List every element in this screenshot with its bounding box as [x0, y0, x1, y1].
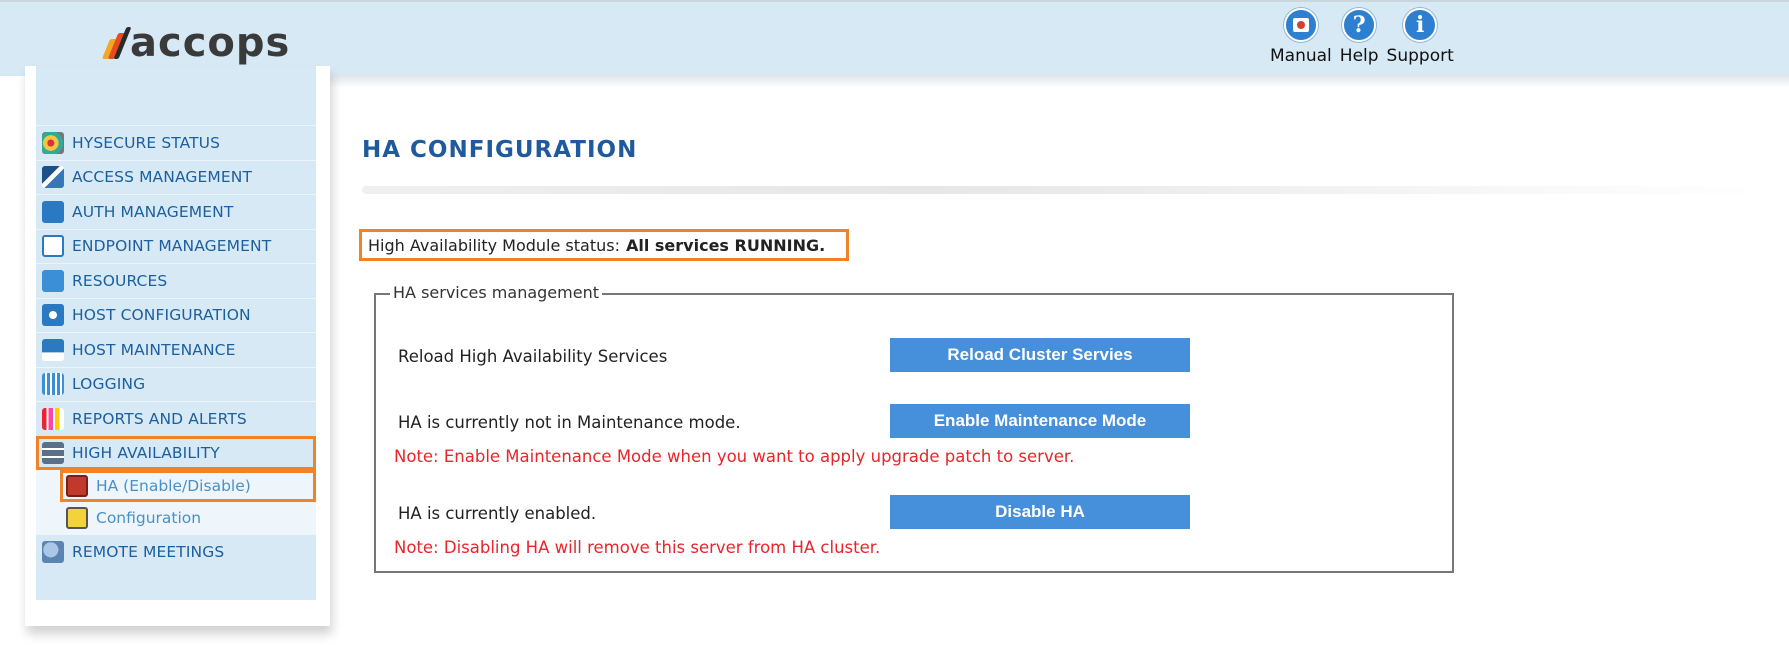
sidebar-item-label: RESOURCES: [72, 271, 168, 290]
manual-icon[interactable]: [1283, 8, 1318, 42]
ha-enable-icon: [66, 475, 88, 497]
manual-label[interactable]: Manual: [1270, 46, 1332, 66]
support-label[interactable]: Support: [1387, 46, 1454, 66]
access-icon: [42, 166, 64, 189]
cluster-icon: [42, 442, 64, 465]
sidebar-item-auth-management[interactable]: AUTH MANAGEMENT: [36, 194, 316, 229]
maintenance-note: Note: Enable Maintenance Mode when you w…: [394, 447, 1075, 466]
page-title: HA CONFIGURATION: [362, 137, 638, 163]
manual-link[interactable]: Manual: [1270, 8, 1332, 66]
title-divider: [362, 186, 1762, 194]
accops-logo[interactable]: accops: [101, 20, 291, 66]
sidebar-subitem-configuration[interactable]: Configuration: [36, 502, 316, 534]
meeting-icon: [42, 540, 64, 563]
sidebar-item-reports-and-alerts[interactable]: REPORTS AND ALERTS: [36, 401, 316, 436]
sidebar-item-label: AUTH MANAGEMENT: [72, 202, 234, 221]
sidebar-subitem-ha-enable-disable[interactable]: HA (Enable/Disable): [36, 470, 316, 502]
sidebar-item-remote-meetings[interactable]: REMOTE MEETINGS: [36, 534, 316, 569]
sidebar-item-resources[interactable]: RESOURCES: [36, 263, 316, 298]
sidebar-item-label: HOST MAINTENANCE: [72, 340, 236, 359]
sidebar-item-high-availability[interactable]: HIGH AVAILABILITY: [36, 435, 316, 470]
reload-cluster-button[interactable]: Reload Cluster Servies: [890, 338, 1190, 372]
scales-icon: [42, 235, 64, 258]
sidebar-item-label: HOST CONFIGURATION: [72, 306, 251, 325]
sidebar-item-hysecure-status[interactable]: HYSECURE STATUS: [36, 125, 316, 160]
ha-module-status: High Availability Module status: All ser…: [359, 229, 849, 261]
resources-icon: [42, 269, 64, 292]
logo-mark-icon: [101, 25, 132, 61]
sidebar-item-host-maintenance[interactable]: HOST MAINTENANCE: [36, 332, 316, 367]
bar-chart-icon: [42, 407, 64, 430]
disable-ha-button[interactable]: Disable HA: [890, 495, 1190, 529]
ha-enabled-label: HA is currently enabled.: [398, 504, 597, 523]
reload-services-label: Reload High Availability Services: [398, 347, 668, 366]
sidebar-item-host-configuration[interactable]: HOST CONFIGURATION: [36, 297, 316, 333]
sidebar-item-label: ENDPOINT MANAGEMENT: [72, 237, 272, 256]
ha-services-fieldset: HA services management Reload High Avail…: [374, 283, 1454, 573]
top-links: Manual ? Help i Support: [1270, 8, 1454, 66]
calendar-icon: [42, 373, 64, 396]
sidebar-item-label: HIGH AVAILABILITY: [72, 444, 220, 463]
sidebar-subitem-label: Configuration: [96, 509, 202, 527]
sidebar-item-logging[interactable]: LOGGING: [36, 366, 316, 402]
help-icon[interactable]: ?: [1342, 8, 1377, 42]
header-shadow: [330, 74, 1789, 88]
logo-text: accops: [130, 20, 291, 66]
maintenance-mode-label: HA is currently not in Maintenance mode.: [398, 413, 741, 432]
sidebar-item-endpoint-management[interactable]: ENDPOINT MANAGEMENT: [36, 228, 316, 264]
status-icon: [42, 131, 64, 154]
gear-icon: [42, 304, 64, 327]
fieldset-legend: HA services management: [390, 283, 602, 302]
high-availability-submenu: HA (Enable/Disable) Configuration: [36, 470, 316, 534]
header-bar: accops Manual ? Help i Support: [0, 0, 1789, 76]
status-value: All services RUNNING.: [625, 235, 826, 255]
sidebar-item-access-management[interactable]: ACCESS MANAGEMENT: [36, 159, 316, 195]
help-label[interactable]: Help: [1340, 46, 1379, 66]
disable-ha-note: Note: Disabling HA will remove this serv…: [394, 538, 881, 557]
status-prefix: High Availability Module status:: [368, 235, 620, 255]
sidebar-item-label: REPORTS AND ALERTS: [72, 409, 247, 428]
lock-icon: [42, 200, 64, 223]
cart-icon: [42, 338, 64, 361]
sidebar-item-label: ACCESS MANAGEMENT: [72, 168, 253, 187]
sidebar-item-label: REMOTE MEETINGS: [72, 542, 225, 561]
sidebar-item-label: LOGGING: [72, 375, 146, 394]
help-link[interactable]: ? Help: [1340, 8, 1379, 66]
support-link[interactable]: i Support: [1387, 8, 1454, 66]
support-icon[interactable]: i: [1403, 8, 1438, 42]
config-icon: [66, 507, 88, 529]
enable-maintenance-button[interactable]: Enable Maintenance Mode: [890, 404, 1190, 438]
sidebar-item-label: HYSECURE STATUS: [72, 133, 221, 152]
sidebar-menu: HYSECURE STATUS ACCESS MANAGEMENT AUTH M…: [36, 125, 316, 569]
sidebar-subitem-label: HA (Enable/Disable): [96, 477, 251, 495]
